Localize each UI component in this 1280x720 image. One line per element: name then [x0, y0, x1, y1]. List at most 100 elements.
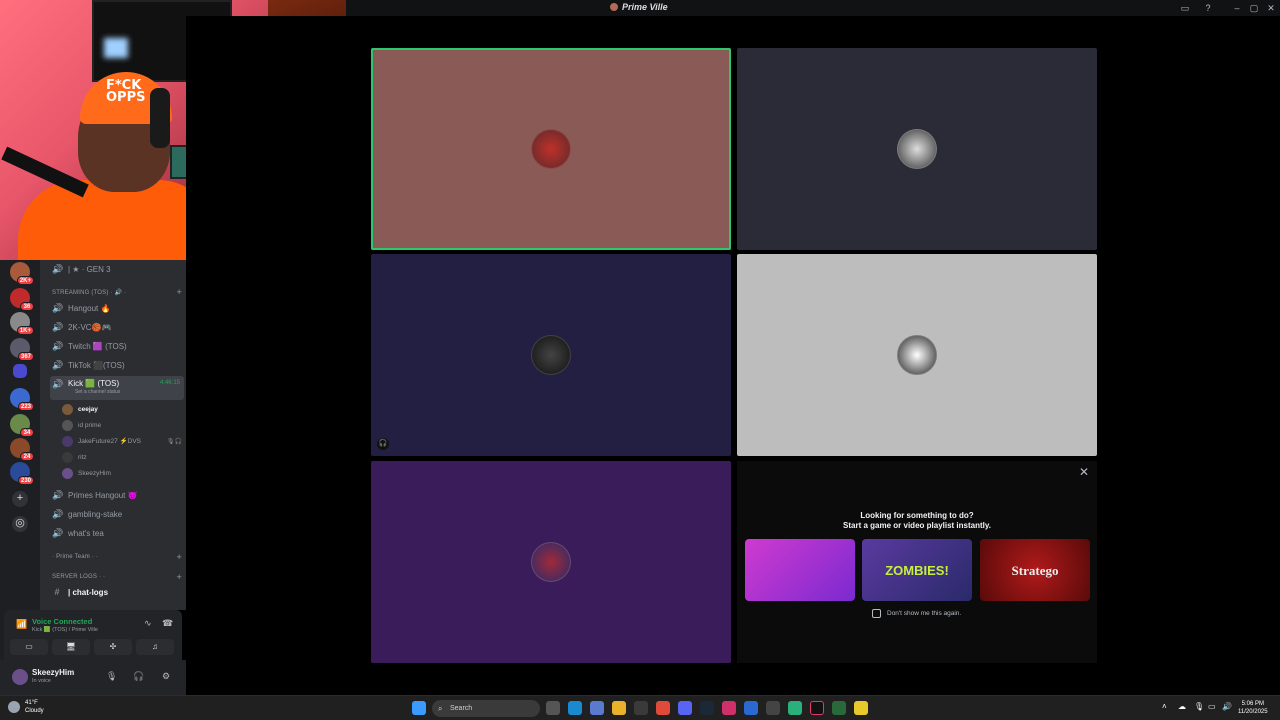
cloud-icon	[8, 701, 20, 713]
network-icon[interactable]: ▭	[1208, 702, 1216, 711]
headphones-icon[interactable]: 🎧	[133, 671, 144, 682]
close-icon[interactable]: ✕	[1079, 465, 1089, 479]
participant-tile[interactable]	[737, 48, 1097, 250]
add-channel-icon[interactable]: +	[177, 287, 182, 297]
maximize-button[interactable]: ▢	[1247, 1, 1261, 15]
server-icon[interactable]: 230	[10, 462, 34, 485]
speaker-icon: 🔊	[52, 321, 64, 332]
store-icon[interactable]	[634, 701, 648, 715]
instagram-icon[interactable]	[722, 701, 736, 715]
game-card-stratego[interactable]: Stratego	[980, 539, 1090, 601]
voice-user[interactable]: SkeezyHim	[62, 466, 182, 480]
server-icon[interactable]: 24	[10, 438, 34, 461]
dont-show-again[interactable]: Don't show me this again.	[872, 609, 961, 618]
help-icon[interactable]: ?	[1201, 1, 1215, 15]
add-channel-icon[interactable]: +	[177, 572, 182, 582]
steam-icon[interactable]	[700, 701, 714, 715]
avatar	[62, 419, 73, 431]
file-explorer-icon[interactable]	[612, 701, 626, 715]
activities-button[interactable]: ✣	[94, 639, 132, 655]
close-window-button[interactable]: ✕	[1264, 1, 1278, 15]
windows-start-icon[interactable]	[412, 701, 426, 715]
volume-icon[interactable]: 🔊	[1222, 702, 1232, 711]
tray-chevron-icon[interactable]: ˄	[1162, 702, 1167, 711]
server-icon[interactable]: 34	[10, 414, 34, 437]
chrome-icon[interactable]	[656, 701, 670, 715]
channel-primes-hangout[interactable]: 🔊 Primes Hangout 😈	[50, 486, 184, 504]
server-icon[interactable]: 36	[10, 288, 34, 311]
channel-hangout[interactable]: 🔊 Hangout 🔥	[50, 299, 184, 317]
inbox-icon[interactable]: ▭	[1178, 1, 1192, 15]
settings-gear-icon[interactable]: ⚙	[162, 671, 170, 682]
activity-suggestion-panel: ✕ Looking for something to do? Start a g…	[737, 461, 1097, 663]
folder-icon[interactable]	[13, 364, 27, 378]
category-streaming[interactable]: STREAMING (TOS) · 🔊 · +	[52, 287, 182, 297]
server-icon	[610, 3, 618, 11]
add-channel-icon[interactable]: +	[177, 552, 182, 562]
participant-tile[interactable]	[371, 48, 731, 250]
hashtag-icon: #	[54, 587, 60, 597]
speaker-icon: 🔊	[52, 263, 64, 274]
app-icon[interactable]	[788, 701, 802, 715]
microphone-icon[interactable]: 🎙	[106, 671, 117, 682]
channel-whats-tea[interactable]: 🔊 what's tea	[50, 524, 184, 542]
participant-tile[interactable]: 🎧	[371, 254, 731, 456]
discord-icon[interactable]	[678, 701, 692, 715]
signal-icon[interactable]: 📶	[16, 619, 27, 630]
channel-gambling-stake[interactable]: 🔊 gambling-stake	[50, 505, 184, 523]
channel-twitch[interactable]: 🔊 Twitch 🟪 (TOS)	[50, 337, 184, 355]
participant-tile[interactable]	[371, 461, 731, 663]
voice-connected-panel: 📶 Voice Connected Kick 🟩 (TOS) / Prime V…	[4, 610, 182, 660]
discover-icon[interactable]: ◎	[12, 516, 28, 532]
voice-user[interactable]: id prime	[62, 418, 182, 432]
taskbar-search[interactable]: ⌕ Search	[432, 700, 540, 717]
channel-2k-vc[interactable]: 🔊 2K-VC🏀🎮	[50, 318, 184, 336]
settings-icon[interactable]	[766, 701, 780, 715]
category-prime-team[interactable]: · Prime Team · · +	[52, 552, 182, 562]
tiktok-icon[interactable]	[810, 701, 824, 715]
noise-suppression-icon[interactable]: ∿	[144, 618, 152, 629]
tray-app-icon[interactable]: ☁	[1178, 702, 1186, 711]
camera-off-button[interactable]: ▭	[10, 639, 48, 655]
soundboard-button[interactable]: ♫	[136, 639, 174, 655]
minimize-button[interactable]: –	[1230, 1, 1244, 15]
voice-user[interactable]: ritz	[62, 450, 182, 464]
taskbar-clock[interactable]: 5:06 PM 11/20/2025	[1238, 700, 1268, 716]
speaker-icon: 🔊	[52, 379, 64, 389]
avatar	[62, 467, 73, 479]
participant-tile[interactable]	[737, 254, 1097, 456]
user-panel: SkeezyHim In voice 🎙 🎧 ⚙	[0, 660, 186, 695]
server-icon[interactable]: 223	[10, 388, 34, 411]
add-server-button[interactable]: +	[12, 491, 28, 507]
voice-user[interactable]: JakeFuture27 ⚡DVS 🎙🎧	[62, 434, 182, 448]
server-icon[interactable]: 2K+	[10, 262, 34, 285]
channel-gen3[interactable]: 🔊 | ★ · GEN 3	[50, 260, 184, 278]
share-screen-button[interactable]: 🖥	[52, 639, 90, 655]
disconnect-icon[interactable]: ☎	[162, 618, 173, 629]
avatar[interactable]	[12, 669, 28, 685]
channel-tiktok[interactable]: 🔊 TikTok ⬛(TOS)	[50, 356, 184, 374]
obs-icon[interactable]	[832, 701, 846, 715]
taskbar: 41°F Cloudy ⌕ Search ˄ ☁ 🎙 ▭ 🔊 5:06 PM 11…	[0, 695, 1280, 720]
tray-app-icon[interactable]: 🎙	[1194, 702, 1204, 711]
copilot-icon[interactable]	[590, 701, 604, 715]
voice-user[interactable]: ceejay	[62, 402, 182, 416]
title-bar: Prime Ville ▭ ? – ▢ ✕	[346, 0, 1280, 16]
checkbox[interactable]	[872, 609, 881, 618]
server-icon[interactable]: 367	[10, 338, 34, 361]
edge-icon[interactable]	[568, 701, 582, 715]
participant-avatar	[531, 542, 571, 582]
weather-widget[interactable]: 41°F Cloudy	[8, 699, 44, 715]
game-card-zombies[interactable]: ZOMBIES!	[862, 539, 972, 601]
speaker-icon: 🔊	[52, 508, 64, 519]
channel-chat-logs[interactable]: # | chat-logs	[50, 583, 184, 601]
server-icon[interactable]: 1K+	[10, 312, 34, 335]
game-card-blocks[interactable]	[745, 539, 855, 601]
muted-deafened-icon: 🎙🎧	[166, 438, 182, 445]
sticky-notes-icon[interactable]	[854, 701, 868, 715]
category-server-logs[interactable]: SERVER LOGS · · +	[52, 572, 182, 582]
speaker-icon: 🔊	[52, 302, 64, 313]
channel-kick[interactable]: 🔊 Kick 🟩 (TOS) Set a channel status 4:46:15	[50, 376, 184, 400]
task-view-icon[interactable]	[546, 701, 560, 715]
app-icon[interactable]	[744, 701, 758, 715]
